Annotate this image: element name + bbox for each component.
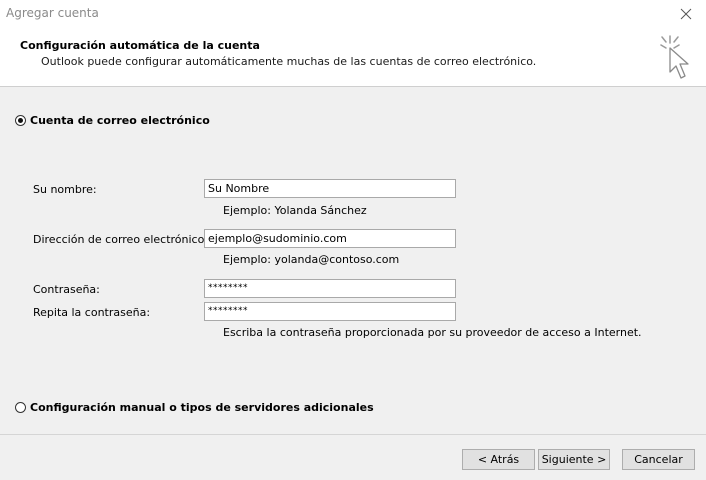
close-button[interactable] — [666, 0, 706, 28]
name-hint: Ejemplo: Yolanda Sánchez — [223, 204, 367, 217]
repeat-password-input[interactable]: ******** — [204, 302, 456, 321]
page-subtitle: Outlook puede configurar automáticamente… — [41, 55, 537, 68]
email-hint: Ejemplo: yolanda@contoso.com — [223, 253, 400, 266]
email-account-option[interactable]: Cuenta de correo electrónico — [15, 114, 210, 127]
wizard-header: Configuración automática de la cuenta Ou… — [0, 28, 706, 87]
back-button[interactable]: < Atrás — [462, 449, 535, 470]
password-input[interactable]: ******** — [204, 279, 456, 298]
password-label: Contraseña: — [33, 283, 100, 296]
repeat-password-label: Repita la contraseña: — [33, 306, 151, 319]
name-label: Su nombre: — [33, 183, 97, 196]
manual-config-radio[interactable] — [15, 402, 26, 413]
close-icon — [680, 8, 692, 20]
page-title: Configuración automática de la cuenta — [20, 39, 260, 52]
name-input[interactable]: Su Nombre — [204, 179, 456, 198]
email-account-label: Cuenta de correo electrónico — [30, 114, 210, 127]
manual-config-label: Configuración manual o tipos de servidor… — [30, 401, 374, 414]
email-account-radio[interactable] — [15, 115, 26, 126]
next-button[interactable]: Siguiente > — [538, 449, 610, 470]
manual-config-option[interactable]: Configuración manual o tipos de servidor… — [15, 401, 374, 414]
footer-divider — [0, 434, 706, 435]
password-hint: Escriba la contraseña proporcionada por … — [223, 326, 642, 339]
title-bar: Agregar cuenta — [0, 0, 706, 28]
email-input[interactable]: ejemplo@sudominio.com — [204, 229, 456, 248]
email-label: Dirección de correo electrónico: — [33, 233, 209, 246]
cancel-button[interactable]: Cancelar — [622, 449, 695, 470]
window-title: Agregar cuenta — [6, 6, 99, 20]
cursor-sparkle-icon — [660, 35, 689, 79]
